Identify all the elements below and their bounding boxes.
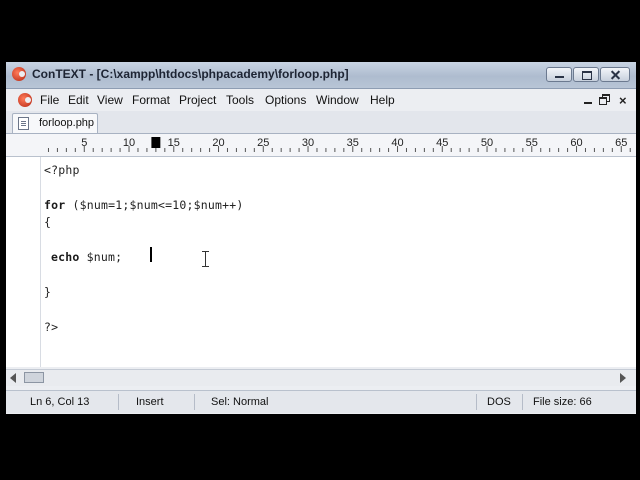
ruler-scale: 5 10 15 20 25 30 35 40 45 50 55 60 65 <box>47 137 631 152</box>
menu-tools[interactable]: Tools <box>226 93 254 107</box>
ruler-label-5: 5 <box>81 137 87 149</box>
window-title: ConTEXT - [C:\xampp\htdocs\phpacademy\fo… <box>32 67 349 81</box>
ruler-label-40: 40 <box>391 137 403 149</box>
maximize-icon <box>574 68 598 81</box>
ruler-label-30: 30 <box>302 137 314 149</box>
maximize-button[interactable] <box>573 67 599 82</box>
status-line-endings: DOS <box>487 396 511 408</box>
scroll-left-arrow-icon[interactable] <box>10 373 16 383</box>
for-loop-header: ($num=1;$num<=10;$num++) <box>72 198 244 212</box>
ruler-cursor-marker <box>151 137 161 148</box>
ruler-label-25: 25 <box>257 137 269 149</box>
menu-file[interactable]: File <box>40 93 59 107</box>
menu-options[interactable]: Options <box>265 93 306 107</box>
scroll-right-arrow-icon[interactable] <box>620 373 626 383</box>
tab-label: forloop.php <box>39 117 95 129</box>
column-ruler: 5 10 15 20 25 30 35 40 45 50 55 60 65 <box>6 134 636 157</box>
scrollbar-thumb[interactable] <box>24 372 44 383</box>
menu-view[interactable]: View <box>97 93 123 107</box>
ruler-label-15: 15 <box>168 137 180 149</box>
status-selection-mode: Sel: Normal <box>211 396 269 408</box>
menu-format[interactable]: Format <box>132 93 170 107</box>
menu-help[interactable]: Help <box>370 93 395 107</box>
ruler-label-20: 20 <box>212 137 224 149</box>
document-restore-icon[interactable] <box>599 94 610 105</box>
document-menu-icon[interactable] <box>18 93 32 107</box>
ruler-label-45: 45 <box>436 137 448 149</box>
status-file-size: File size: 66 <box>533 396 592 408</box>
menu-window[interactable]: Window <box>316 93 359 107</box>
code-line-8: } <box>44 285 52 299</box>
status-divider <box>118 394 119 410</box>
ruler-label-65: 65 <box>615 137 627 149</box>
status-bar: Ln 6, Col 13 Insert Sel: Normal DOS File… <box>6 390 636 413</box>
minimize-button[interactable] <box>546 67 572 82</box>
ibeam-cursor-icon <box>201 251 210 267</box>
code-editor[interactable]: <?php for ($num=1;$num<=10;$num++) { ech… <box>6 157 636 367</box>
ruler-label-50: 50 <box>481 137 493 149</box>
close-icon <box>601 68 629 81</box>
status-divider <box>194 394 195 410</box>
status-cursor-position: Ln 6, Col 13 <box>30 396 90 408</box>
tab-forloop-php[interactable]: forloop.php <box>12 113 98 133</box>
ruler-label-35: 35 <box>347 137 359 149</box>
status-divider <box>522 394 523 410</box>
code-line-3: for ($num=1;$num<=10;$num++) <box>44 198 244 212</box>
context-logo-icon[interactable] <box>12 67 26 81</box>
minimize-icon <box>547 68 571 81</box>
code-line-10: ?> <box>44 320 59 334</box>
horizontal-scrollbar[interactable] <box>6 369 636 386</box>
editor-gutter <box>6 157 41 367</box>
document-minimize-icon[interactable] <box>583 94 593 106</box>
document-icon <box>18 117 29 130</box>
status-insert-mode: Insert <box>136 396 164 408</box>
code-line-1: <?php <box>44 163 80 177</box>
application-window: ConTEXT - [C:\xampp\htdocs\phpacademy\fo… <box>6 62 636 414</box>
menu-edit[interactable]: Edit <box>68 93 89 107</box>
document-close-icon[interactable]: × <box>619 93 627 108</box>
close-button[interactable] <box>600 67 630 82</box>
tab-strip: forloop.php <box>6 111 636 134</box>
ruler-label-60: 60 <box>570 137 582 149</box>
ruler-label-55: 55 <box>526 137 538 149</box>
menu-project[interactable]: Project <box>179 93 216 107</box>
menu-bar: File Edit View Format Project Tools Opti… <box>6 89 636 111</box>
status-divider <box>476 394 477 410</box>
ruler-label-10: 10 <box>123 137 135 149</box>
code-line-6: echo $num; <box>51 250 130 264</box>
title-bar[interactable]: ConTEXT - [C:\xampp\htdocs\phpacademy\fo… <box>6 62 636 89</box>
code-line-4: { <box>44 215 52 229</box>
text-caret <box>150 247 152 262</box>
